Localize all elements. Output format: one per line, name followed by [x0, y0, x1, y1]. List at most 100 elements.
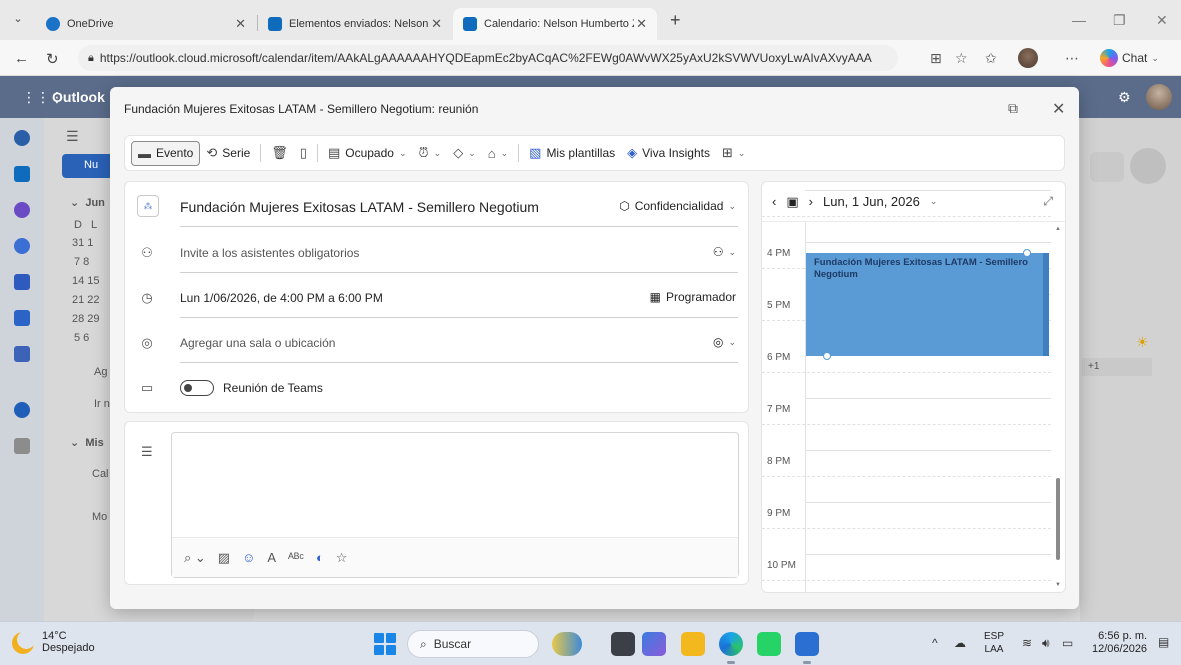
widgets-app-icon[interactable] — [552, 632, 582, 656]
reminder-dropdown[interactable]: ⏰︎ ⌄ — [413, 141, 448, 165]
whatsapp-icon[interactable] — [757, 632, 781, 656]
privacy-dropdown[interactable]: ⌂ ⌄ — [482, 142, 514, 165]
scroll-down-icon[interactable]: ▼ — [1055, 582, 1061, 588]
attendees-input[interactable]: Invite a los asistentes obligatorios — [180, 246, 359, 260]
tab-actions-icon[interactable]: ⌄ — [10, 12, 26, 28]
teams-meeting-toggle[interactable] — [180, 380, 214, 396]
tab-onedrive[interactable]: OneDrive ✕ — [36, 8, 256, 40]
pop-out-icon[interactable]: ⧉ — [1008, 100, 1018, 117]
categorize-dropdown[interactable]: ◇ ⌄ — [447, 141, 482, 165]
show-as-dropdown[interactable]: ▤ Ocupado ⌄ — [322, 141, 413, 165]
task-view-icon[interactable] — [611, 632, 635, 656]
copilot-editor-icon[interactable]: ◐ — [316, 550, 324, 565]
tray-chevron-icon[interactable]: ^ — [932, 636, 938, 650]
emoji-icon[interactable]: ☺ — [242, 550, 255, 565]
favorites-list-icon[interactable]: ✩ — [985, 50, 997, 67]
copilot-rail-icon[interactable] — [14, 202, 30, 218]
title-category-icon[interactable]: ⁂ — [137, 195, 159, 217]
side-item[interactable]: Cal — [92, 468, 109, 480]
side-item[interactable]: Ag — [94, 366, 107, 378]
close-window-icon[interactable]: ✕ — [1156, 12, 1168, 29]
timeline-scrollbar[interactable]: ▲ ▼ — [1053, 222, 1063, 592]
more-icon[interactable]: ⋯ — [1065, 50, 1079, 67]
location-input[interactable]: Agregar una sala o ubicación — [180, 336, 335, 350]
restore-icon[interactable]: ❐ — [1113, 12, 1126, 29]
my-templates-button[interactable]: ▧ Mis plantillas — [523, 141, 621, 165]
viva-insights-button[interactable]: ◈ Viva Insights — [621, 141, 716, 165]
word-app-icon[interactable] — [795, 632, 819, 656]
delete-button[interactable]: 🗑︎ — [265, 141, 294, 165]
close-icon[interactable]: ✕ — [636, 16, 647, 32]
copilot-chat-button[interactable]: Chat ⌄ — [1100, 49, 1159, 67]
event-title-input[interactable]: Fundación Mujeres Exitosas LATAM - Semil… — [180, 199, 539, 215]
datetime-field[interactable]: Lun 1/06/2026, de 4:00 PM a 6:00 PM — [180, 291, 383, 305]
edge-app-icon[interactable] — [719, 632, 743, 656]
battery-icon[interactable]: ▭ — [1062, 636, 1073, 650]
evento-button[interactable]: ▬ Evento — [131, 140, 201, 166]
todo-icon[interactable] — [14, 274, 30, 290]
profile-avatar[interactable] — [1018, 48, 1038, 68]
refresh-icon[interactable]: ↻ — [46, 50, 59, 68]
more-apps-icon[interactable] — [14, 438, 30, 454]
side-group[interactable]: ⌄ Mis — [70, 436, 104, 449]
day-preview: ‹ ▣ › Lun, 1 Jun, 2026 ⌄ ⤢ 4 PM 5 PM 6 P… — [761, 181, 1066, 593]
more-events-badge[interactable]: +1 — [1082, 358, 1152, 376]
side-item[interactable]: Ir n — [94, 398, 110, 410]
url-field[interactable]: 🔒︎ https://outlook.cloud.microsoft/calen… — [78, 45, 898, 71]
close-icon[interactable]: ✕ — [431, 16, 442, 32]
wifi-icon[interactable]: ≋ — [1022, 636, 1032, 650]
minimize-icon[interactable]: — — [1072, 12, 1086, 28]
scheduler-button[interactable]: ▦ Programador — [650, 290, 736, 304]
hamburger-icon[interactable]: ☰ — [66, 128, 79, 145]
calendar-rail-icon[interactable] — [14, 166, 30, 182]
start-button[interactable] — [374, 633, 396, 655]
split-screen-icon[interactable]: ⊞ — [930, 50, 942, 67]
chevron-down-icon: ⌄ — [468, 147, 476, 158]
close-icon[interactable]: ✕ — [235, 16, 246, 32]
event-body-editor[interactable]: ⌕ ⌄ ▨ ☺ A ᴬᴮᶜ ◐ ☆ — [171, 432, 739, 578]
notifications-icon[interactable]: ▤ — [1158, 635, 1169, 649]
serie-button[interactable]: ⟲ Serie — [200, 141, 256, 165]
clock-time: 6:56 p. m. — [1098, 630, 1148, 642]
word-icon[interactable] — [14, 310, 30, 326]
people-icon[interactable] — [14, 238, 30, 254]
settings-gear-icon[interactable]: ⚙ — [1118, 89, 1131, 106]
image-icon[interactable]: ▨ — [218, 550, 230, 566]
attendee-options-dropdown[interactable]: ⚇ ⌄ — [713, 245, 736, 259]
more-apps-dropdown[interactable]: ⊞ ⌄ — [716, 141, 751, 165]
accessibility-icon[interactable]: ☆ — [336, 550, 348, 566]
tab-calendar[interactable]: Calendario: Nelson Humberto Zam ✕ — [453, 8, 657, 40]
clock[interactable]: 6:56 p. m. 12/06/2026 — [1092, 630, 1147, 656]
mini-day-l: L — [91, 219, 98, 231]
attach-icon[interactable]: ⌕ ⌄ — [184, 550, 206, 566]
file-explorer-icon[interactable] — [681, 632, 705, 656]
mail-icon[interactable] — [14, 130, 30, 146]
onedrive-tray-icon[interactable]: ☁ — [954, 636, 966, 650]
tab-sent-items[interactable]: Elementos enviados: Nelson Humb ✕ — [258, 8, 452, 40]
m365-app-icon[interactable] — [642, 632, 666, 656]
view-dropdown[interactable] — [1090, 152, 1124, 182]
location-options-dropdown[interactable]: ◎ ⌄ — [713, 335, 736, 349]
format-icon[interactable]: A — [267, 550, 276, 565]
copilot-float-button[interactable] — [1130, 148, 1166, 184]
volume-icon[interactable]: 🔊︎ — [1042, 636, 1050, 651]
weather-widget[interactable]: 14°C Despejado — [12, 630, 95, 655]
input-language[interactable]: ESP LAA — [984, 630, 1004, 656]
org-explorer-icon[interactable] — [14, 346, 30, 362]
account-avatar[interactable] — [1146, 84, 1172, 110]
event-block[interactable]: Fundación Mujeres Exitosas LATAM - Semil… — [806, 253, 1049, 356]
favorite-star-icon[interactable]: ☆ — [955, 50, 968, 67]
confidentiality-dropdown[interactable]: ⬡ Confidencialidad ⌄ — [619, 199, 736, 213]
scrollbar-thumb[interactable] — [1056, 478, 1060, 560]
close-dialog-icon[interactable]: ✕ — [1052, 99, 1065, 119]
back-icon[interactable]: ← — [14, 50, 29, 67]
spellcheck-icon[interactable]: ᴬᴮᶜ — [288, 550, 304, 565]
resize-handle-top[interactable] — [1023, 249, 1031, 257]
resize-handle-bottom[interactable] — [823, 352, 831, 360]
taskbar-search[interactable]: ⌕ Buscar — [407, 630, 539, 658]
scroll-up-icon[interactable]: ▲ — [1055, 226, 1061, 232]
copy-button[interactable]: ▯ — [294, 141, 313, 165]
side-item[interactable]: Mo — [92, 511, 107, 523]
onedrive-rail-icon[interactable] — [14, 402, 30, 418]
new-tab-icon[interactable]: + — [670, 11, 681, 29]
